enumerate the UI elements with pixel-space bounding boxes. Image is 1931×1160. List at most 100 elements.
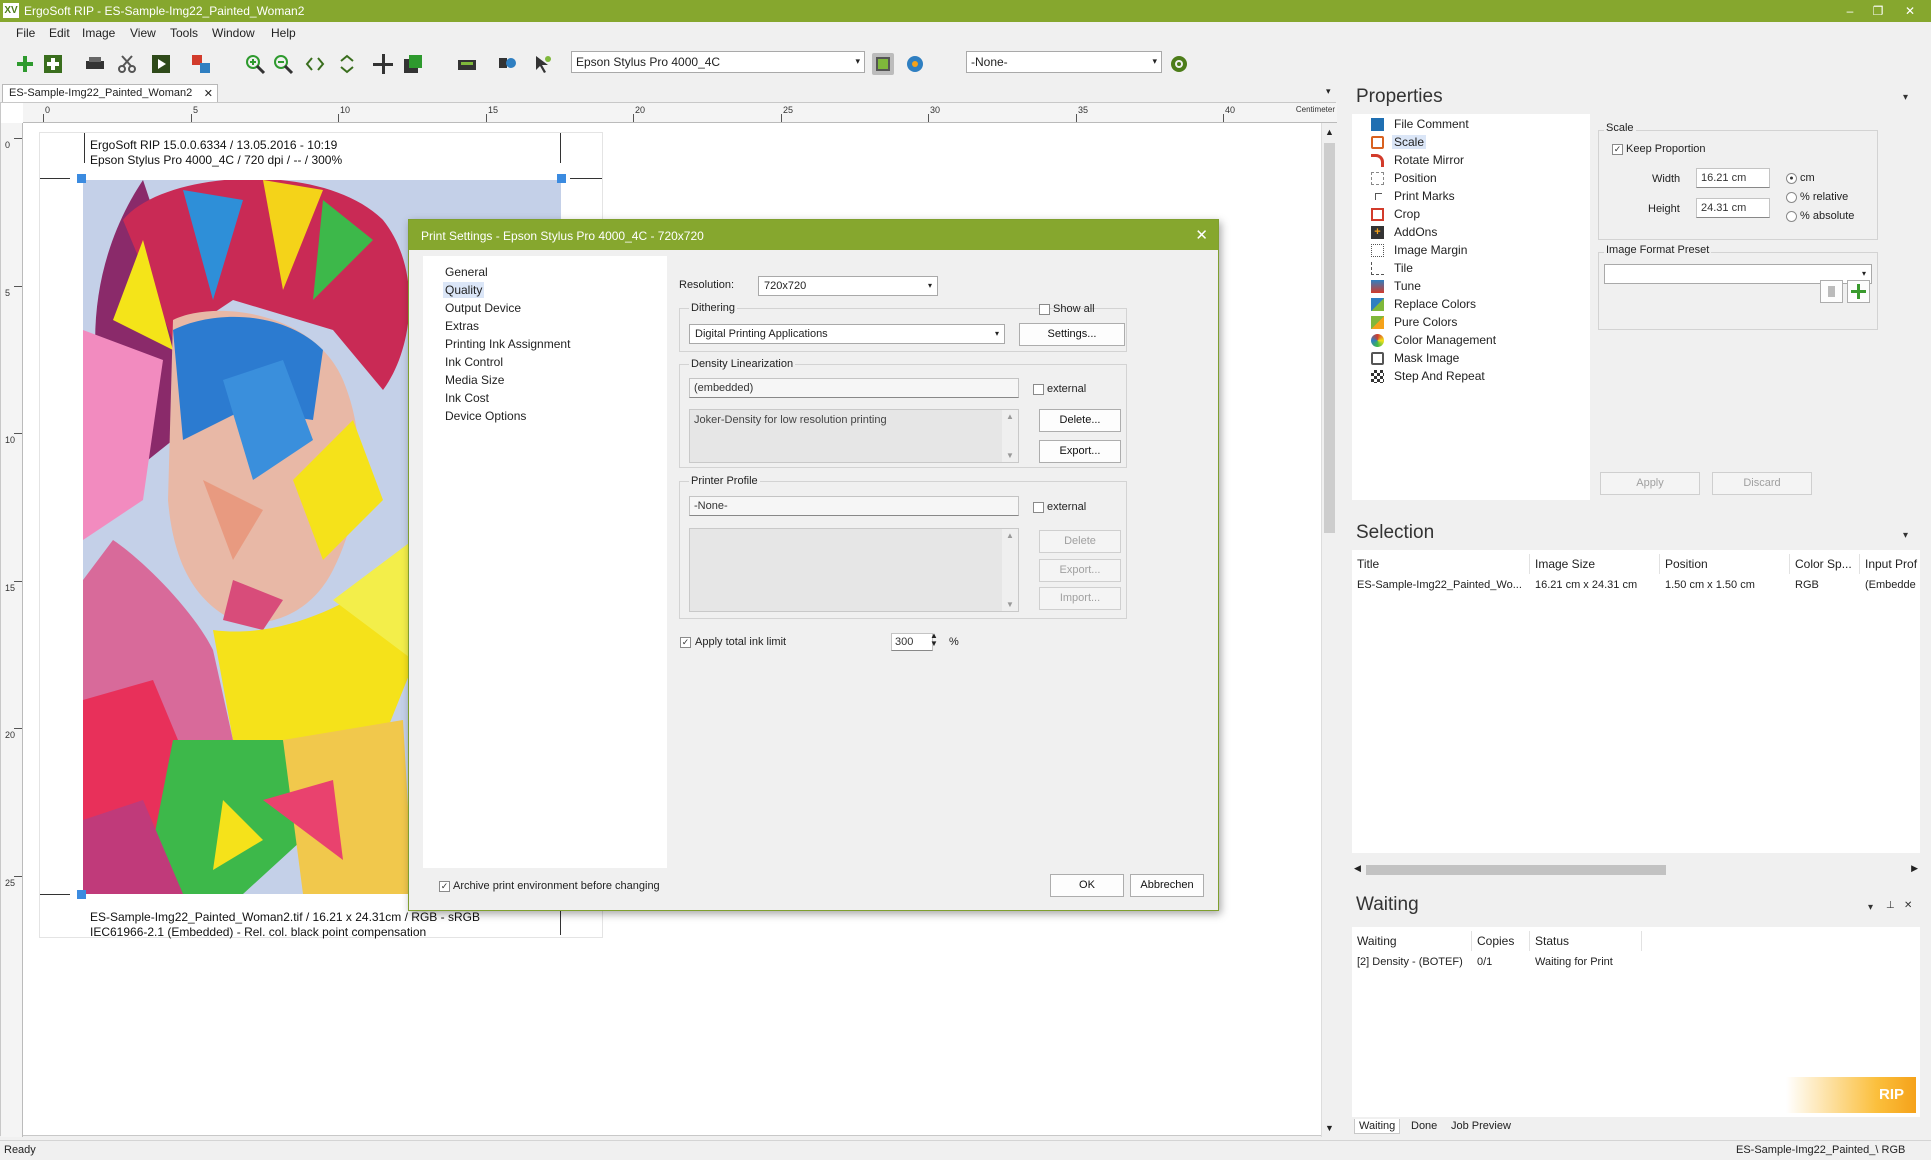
printer-icon[interactable] — [84, 53, 106, 75]
profile-delete-button[interactable]: Delete — [1039, 530, 1121, 553]
unit-cm-radio[interactable]: ● — [1786, 173, 1797, 184]
fit-width-icon[interactable] — [304, 53, 326, 75]
ok-button[interactable]: OK — [1050, 874, 1124, 897]
layers-icon[interactable] — [402, 53, 424, 75]
chevron-down-icon[interactable]: ▾ — [1903, 92, 1908, 103]
scroll-right-icon[interactable]: ▶ — [1911, 863, 1918, 874]
environment-select[interactable]: -None- ▾ — [966, 51, 1162, 73]
density-export-button[interactable]: Export... — [1039, 440, 1121, 463]
col-position[interactable]: Position — [1660, 554, 1790, 574]
printer-profile-field[interactable]: -None- — [689, 496, 1019, 516]
selection-hscroll[interactable]: ◀ ▶ — [1352, 862, 1920, 878]
nav-media-size[interactable]: Media Size — [443, 372, 506, 388]
nav-extras[interactable]: Extras — [443, 318, 481, 334]
printer-select[interactable]: Epson Stylus Pro 4000_4C ▾ — [571, 51, 865, 73]
scroll-thumb[interactable] — [1366, 865, 1666, 875]
tab-job-preview[interactable]: Job Preview — [1447, 1119, 1515, 1133]
show-all-checkbox[interactable] — [1039, 304, 1050, 315]
new-job-icon[interactable] — [14, 53, 36, 75]
pin-icon[interactable]: ⊥ — [1886, 900, 1895, 911]
menu-help[interactable]: Help — [271, 26, 296, 40]
canvas-scrollbar[interactable]: ▲ ▼ — [1321, 123, 1337, 1137]
col-copies[interactable]: Copies — [1472, 931, 1530, 951]
run-icon[interactable] — [150, 53, 172, 75]
job-name[interactable]: [2] Density - (BOTEF) — [1352, 953, 1468, 971]
gear-icon[interactable] — [1168, 53, 1190, 75]
dithering-settings-button[interactable]: Settings... — [1019, 323, 1125, 346]
menu-file[interactable]: File — [16, 26, 35, 40]
tab-overflow-icon[interactable]: ▾ — [1326, 86, 1331, 97]
menu-view[interactable]: View — [130, 26, 156, 40]
restore-button[interactable]: ❐ — [1866, 2, 1890, 20]
nav-device-options[interactable]: Device Options — [443, 408, 528, 424]
zoom-in-icon[interactable] — [244, 53, 266, 75]
resize-handle-bl[interactable] — [77, 890, 86, 899]
keep-proportion-checkbox[interactable]: ✓ — [1612, 144, 1623, 155]
dithering-select[interactable]: Digital Printing Applications ▾ — [689, 324, 1005, 344]
menu-window[interactable]: Window — [212, 26, 255, 40]
scroll-up-icon[interactable]: ▲ — [1325, 127, 1334, 137]
row-position[interactable]: 1.50 cm x 1.50 cm — [1660, 576, 1790, 594]
chevron-down-icon[interactable]: ▾ — [1868, 902, 1873, 913]
nav-general[interactable]: General — [443, 264, 490, 280]
archive-checkbox[interactable]: ✓ — [439, 881, 450, 892]
col-status[interactable]: Status — [1530, 931, 1642, 951]
fit-height-icon[interactable] — [336, 53, 358, 75]
ink-limit-input[interactable]: 300 — [891, 633, 933, 651]
tab-waiting[interactable]: Waiting — [1354, 1119, 1401, 1134]
density-field[interactable]: (embedded) — [689, 378, 1019, 398]
ink-limit-stepper[interactable]: ▲ ▼ — [930, 632, 938, 648]
menu-edit[interactable]: Edit — [49, 26, 70, 40]
col-title[interactable]: Title — [1352, 554, 1530, 574]
ink-limit-checkbox[interactable]: ✓ — [680, 637, 691, 648]
row-image-size[interactable]: 16.21 cm x 24.31 cm — [1530, 576, 1660, 594]
preset-add-button[interactable] — [1847, 280, 1870, 303]
layout-icon[interactable] — [190, 53, 212, 75]
zoom-out-icon[interactable] — [272, 53, 294, 75]
add-image-icon[interactable] — [42, 53, 64, 75]
width-input[interactable]: 16.21 cm — [1696, 168, 1770, 188]
row-input-profile[interactable]: (Embedde — [1860, 576, 1920, 594]
minimize-button[interactable]: – — [1838, 2, 1862, 20]
density-delete-button[interactable]: Delete... — [1039, 409, 1121, 432]
unit-absolute-radio[interactable] — [1786, 211, 1797, 222]
profile-export-button[interactable]: Export... — [1039, 559, 1121, 582]
nav-printing-ink-assignment[interactable]: Printing Ink Assignment — [443, 336, 572, 352]
col-input-profile[interactable]: Input Prof — [1860, 554, 1920, 574]
queue-settings-icon[interactable] — [904, 53, 926, 75]
preset-info-button[interactable] — [1820, 280, 1843, 303]
col-image-size[interactable]: Image Size — [1530, 554, 1660, 574]
profile-external-checkbox[interactable] — [1033, 502, 1044, 513]
scroll-down-icon[interactable]: ▼ — [1325, 1123, 1334, 1133]
row-color-space[interactable]: RGB — [1790, 576, 1860, 594]
density-external-checkbox[interactable] — [1033, 384, 1044, 395]
profile-import-button[interactable]: Import... — [1039, 587, 1121, 610]
scroll-thumb[interactable] — [1324, 143, 1335, 533]
resize-handle-tr[interactable] — [557, 174, 566, 183]
cancel-button[interactable]: Abbrechen — [1130, 874, 1204, 897]
col-color-space[interactable]: Color Sp... — [1790, 554, 1860, 574]
chevron-down-icon[interactable]: ▾ — [1903, 530, 1908, 541]
nav-output-device[interactable]: Output Device — [443, 300, 523, 316]
document-tab[interactable]: ES-Sample-Img22_Painted_Woman2 ✕ — [2, 84, 218, 102]
close-window-button[interactable]: ✕ — [1898, 2, 1922, 20]
height-input[interactable]: 24.31 cm — [1696, 198, 1770, 218]
device-settings-icon[interactable] — [872, 53, 894, 75]
resolution-select[interactable]: 720x720 ▾ — [758, 276, 938, 296]
connect-icon[interactable] — [496, 53, 518, 75]
row-title[interactable]: ES-Sample-Img22_Painted_Wo... — [1352, 576, 1530, 594]
nav-ink-cost[interactable]: Ink Cost — [443, 390, 491, 406]
pointer-icon[interactable] — [532, 53, 554, 75]
scissors-icon[interactable] — [116, 53, 138, 75]
menu-image[interactable]: Image — [82, 26, 115, 40]
menu-tools[interactable]: Tools — [170, 26, 198, 40]
nav-quality[interactable]: Quality — [443, 282, 485, 298]
job-copies[interactable]: 0/1 — [1472, 953, 1497, 971]
crosshair-icon[interactable] — [372, 53, 394, 75]
close-icon[interactable]: ✕ — [1195, 226, 1208, 244]
close-icon[interactable]: ✕ — [1904, 900, 1912, 911]
resize-handle-tl[interactable] — [77, 174, 86, 183]
job-status[interactable]: Waiting for Print — [1530, 953, 1618, 971]
device-icon[interactable] — [456, 53, 478, 75]
col-waiting[interactable]: Waiting — [1352, 931, 1472, 951]
